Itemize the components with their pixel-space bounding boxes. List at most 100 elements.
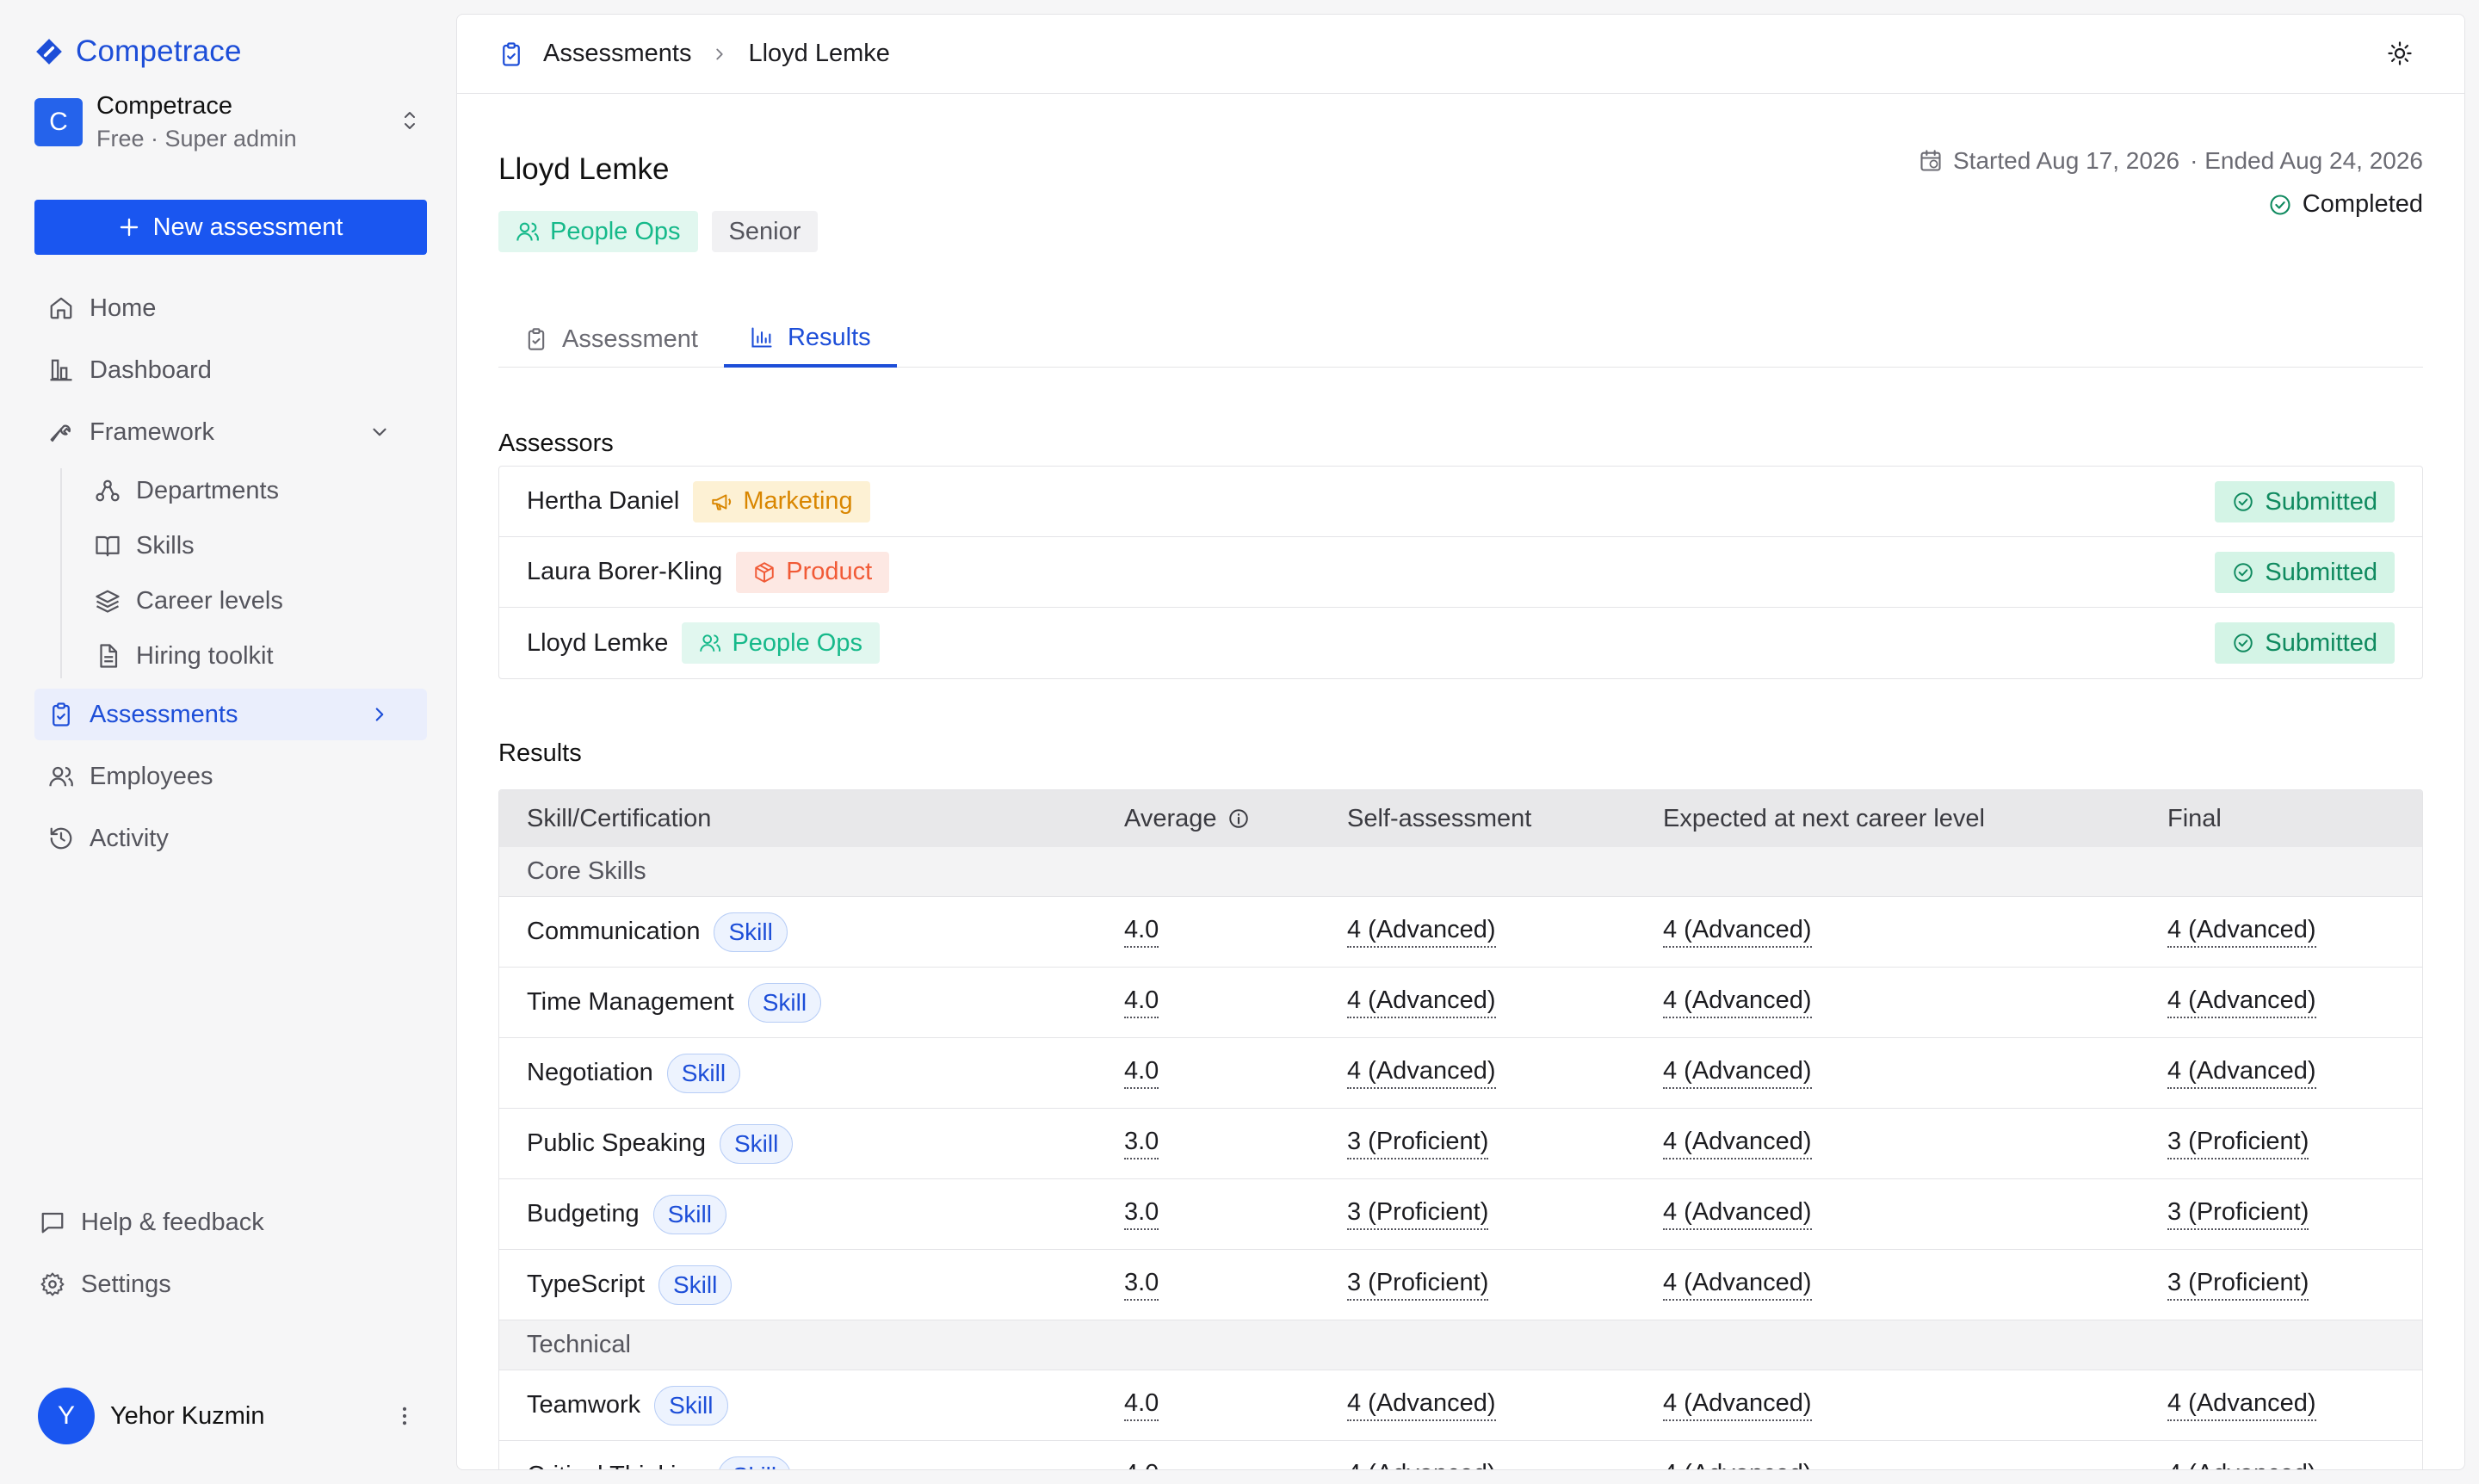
group-name: Technical [527, 1331, 631, 1358]
brand[interactable]: Competrace [34, 34, 242, 69]
nav-skills[interactable]: Skills [79, 523, 427, 568]
more-vertical-icon[interactable] [393, 1403, 417, 1429]
nav-assessments[interactable]: Assessments [34, 689, 427, 740]
status-badge: Completed [2302, 190, 2423, 218]
skill-badge: Skill [747, 982, 822, 1023]
self-value[interactable]: 4 (Advanced) [1347, 916, 1496, 948]
self-value[interactable]: 4 (Advanced) [1347, 1057, 1496, 1089]
final-value[interactable]: 4 (Advanced) [2167, 986, 2316, 1018]
nav-dashboard[interactable]: Dashboard [34, 344, 427, 396]
info-icon[interactable] [1227, 807, 1250, 830]
nav-help-feedback[interactable]: Help & feedback [28, 1196, 420, 1248]
chevron-down-icon[interactable] [368, 421, 396, 443]
chevrons-up-down-icon[interactable] [399, 108, 420, 133]
average-value[interactable]: 4.0 [1124, 1057, 1159, 1089]
expected-value[interactable]: 4 (Advanced) [1663, 1389, 1812, 1421]
ended-date: · Ended Aug 24, 2026 [2190, 147, 2423, 174]
assessor-dept: People Ops [732, 628, 862, 657]
tab-bar: Assessment Results [498, 311, 2423, 368]
nav-home[interactable]: Home [34, 282, 427, 334]
avatar: Y [38, 1388, 95, 1444]
chevron-right-icon [710, 45, 729, 64]
expected-value[interactable]: 4 (Advanced) [1663, 1198, 1812, 1230]
skill-badge: Skill [717, 1456, 792, 1469]
tab-results[interactable]: Results [723, 311, 897, 368]
breadcrumb-current: Lloyd Lemke [748, 40, 890, 67]
final-value[interactable]: 4 (Advanced) [2167, 1460, 2316, 1469]
self-value[interactable]: 3 (Proficient) [1347, 1269, 1489, 1301]
sun-icon[interactable] [2387, 40, 2413, 66]
status-label: Submitted [2265, 558, 2377, 586]
final-value[interactable]: 3 (Proficient) [2167, 1269, 2309, 1301]
megaphone-icon [710, 491, 733, 513]
nav-employees[interactable]: Employees [34, 751, 427, 802]
nav-employees-label: Employees [90, 762, 213, 790]
final-value[interactable]: 4 (Advanced) [2167, 916, 2316, 948]
document-icon [95, 643, 122, 669]
user-profile[interactable]: Y Yehor Kuzmin [38, 1388, 417, 1444]
table-row: TypeScript Skill 3.0 3 (Proficient) 4 (Advan… [499, 1250, 2422, 1320]
nav-departments[interactable]: Departments [79, 468, 427, 513]
nav-career-levels[interactable]: Career levels [79, 578, 427, 623]
nav-activity-label: Activity [90, 824, 169, 852]
self-value[interactable]: 4 (Advanced) [1347, 986, 1496, 1018]
framework-subnav: Departments Skills Career levels Hiring … [60, 468, 427, 678]
status-badge: Submitted [2215, 622, 2395, 664]
nav-dashboard-label: Dashboard [90, 356, 212, 384]
group-row: Technical [499, 1320, 2422, 1370]
table-row: Budgeting Skill 3.0 3 (Proficient) 4 (Advanc… [499, 1179, 2422, 1250]
nav-framework[interactable]: Framework [34, 406, 427, 458]
expected-value[interactable]: 4 (Advanced) [1663, 1128, 1812, 1159]
skill-name: Critical Thinking [527, 1462, 704, 1469]
layers-icon [95, 588, 122, 614]
chevron-right-icon [368, 703, 396, 726]
nav-help-label: Help & feedback [81, 1208, 264, 1236]
self-value[interactable]: 3 (Proficient) [1347, 1198, 1489, 1230]
average-value[interactable]: 3.0 [1124, 1198, 1159, 1230]
main-nav: Home Dashboard Framework Departments Ski… [34, 282, 427, 875]
assessors-heading: Assessors [498, 430, 614, 457]
expected-value[interactable]: 4 (Advanced) [1663, 1057, 1812, 1089]
expected-value[interactable]: 4 (Advanced) [1663, 1460, 1812, 1469]
gear-icon [40, 1271, 67, 1297]
status-badge: Submitted [2215, 481, 2395, 522]
tab-assessment[interactable]: Assessment [498, 311, 724, 368]
average-value[interactable]: 4.0 [1124, 1389, 1159, 1421]
nav-activity[interactable]: Activity [34, 813, 427, 864]
expected-value[interactable]: 4 (Advanced) [1663, 916, 1812, 948]
skill-badge: Skill [666, 1053, 741, 1093]
average-value[interactable]: 3.0 [1124, 1128, 1159, 1159]
average-value[interactable]: 4.0 [1124, 1460, 1159, 1469]
org-switcher[interactable]: C Competrace Free · Super admin [34, 86, 427, 158]
self-value[interactable]: 3 (Proficient) [1347, 1128, 1489, 1159]
final-value[interactable]: 3 (Proficient) [2167, 1128, 2309, 1159]
self-value[interactable]: 4 (Advanced) [1347, 1389, 1496, 1421]
final-value[interactable]: 4 (Advanced) [2167, 1057, 2316, 1089]
final-value[interactable]: 3 (Proficient) [2167, 1198, 2309, 1230]
nav-skills-label: Skills [136, 531, 195, 560]
final-value[interactable]: 4 (Advanced) [2167, 1389, 2316, 1421]
skill-badge: Skill [652, 1194, 726, 1234]
expected-value[interactable]: 4 (Advanced) [1663, 1269, 1812, 1301]
logo-icon [34, 37, 64, 66]
assessor-name: Hertha Daniel [527, 487, 680, 515]
skill-name: Public Speaking [527, 1129, 706, 1157]
skill-name: Budgeting [527, 1200, 640, 1227]
header-self: Self-assessment [1347, 804, 1532, 832]
employee-tags: People Ops Senior [498, 211, 819, 252]
nav-hiring-toolkit[interactable]: Hiring toolkit [79, 634, 427, 678]
assessor-row: Hertha Daniel Marketing Submitted [499, 467, 2422, 537]
department-badge: People Ops [682, 622, 880, 664]
footer-nav: Help & feedback Settings [28, 1196, 420, 1320]
average-value[interactable]: 4.0 [1124, 986, 1159, 1018]
skill-badge: Skill [714, 912, 788, 952]
self-value[interactable]: 4 (Advanced) [1347, 1460, 1496, 1469]
new-assessment-button[interactable]: New assessment [34, 200, 427, 255]
average-value[interactable]: 4.0 [1124, 916, 1159, 948]
nav-settings[interactable]: Settings [28, 1258, 420, 1310]
expected-value[interactable]: 4 (Advanced) [1663, 986, 1812, 1018]
started-date: Started Aug 17, 2026 [1952, 147, 2180, 174]
breadcrumb-parent[interactable]: Assessments [543, 40, 691, 68]
average-value[interactable]: 3.0 [1124, 1269, 1159, 1301]
header-skill: Skill/Certification [527, 804, 712, 832]
